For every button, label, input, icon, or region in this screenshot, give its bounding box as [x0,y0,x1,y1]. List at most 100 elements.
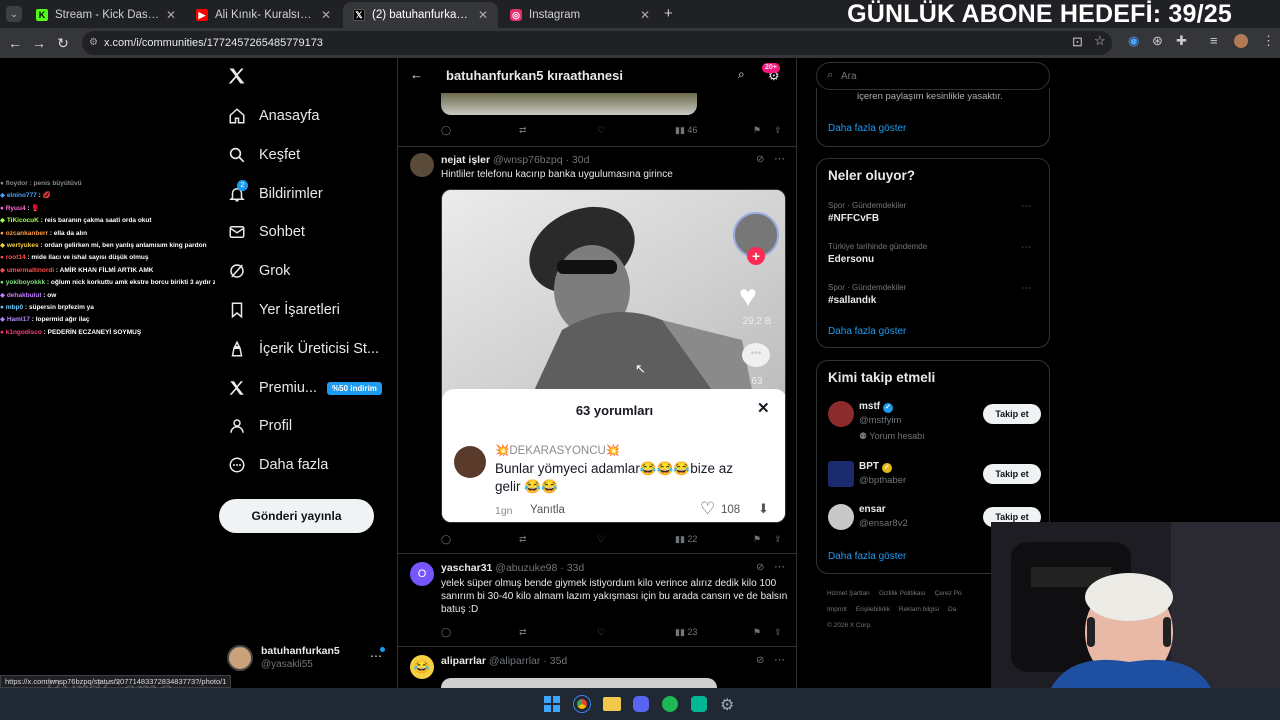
post-author-name[interactable]: nejat işler [441,154,490,166]
menu-kebab-icon[interactable]: ⋮ [1262,33,1275,49]
footer-link[interactable]: Imprint [827,606,847,613]
new-tab-button[interactable]: + [664,5,673,22]
post-author-avatar[interactable]: 😂 [410,655,434,679]
views-icon[interactable]: ▮▮ 23 [675,627,697,638]
bookmark-icon[interactable]: ⚑ [753,627,761,638]
chat-username[interactable]: wertyukes [7,242,39,249]
chat-username[interactable]: floydor [6,180,28,187]
grok-icon[interactable]: ⊘ [756,655,764,666]
user-name[interactable]: mstf ✓ [859,401,893,413]
extension-icon[interactable]: ⊛ [1152,33,1163,49]
post-time[interactable]: 33d [567,562,585,574]
post-media[interactable] [441,678,717,688]
tab-instagram[interactable]: ◎ Instagram ✕ [500,2,660,28]
footer-link[interactable]: Gizlilik Politikası [879,590,926,597]
spotify-icon[interactable] [662,696,678,712]
settings-gear-icon[interactable]: ⚙ [720,695,734,715]
nav-item-4[interactable]: Grok [227,259,290,283]
chat-username[interactable]: Ryuu4 [6,205,26,212]
more-dots-icon[interactable]: ⋯ [1021,283,1031,294]
chat-username[interactable]: mbp0 [6,304,23,311]
media-control-icon[interactable]: ≡ [1210,33,1218,48]
tiktok-like-icon[interactable]: ♥ [739,282,757,312]
x-logo-icon[interactable] [227,66,249,88]
share-icon[interactable]: ⇪ [774,125,782,136]
like-icon[interactable]: ♡ [597,125,605,136]
account-switcher[interactable]: batuhanfurkan5 @yasakli55 ⋯ [227,643,392,679]
dislike-icon[interactable]: ⬇ [758,501,769,517]
chat-username[interactable]: Hami17 [7,316,30,323]
like-icon[interactable]: ♡ [597,627,605,638]
file-explorer-icon[interactable] [603,697,621,711]
chrome-icon[interactable] [574,696,590,712]
repost-icon[interactable]: ⇄ [519,125,527,136]
user-name[interactable]: BPT ✓ [859,461,892,473]
grok-icon[interactable]: ⊘ [756,154,764,165]
profile-avatar[interactable] [1234,34,1248,48]
discord-icon[interactable] [633,696,649,712]
user-avatar[interactable] [828,504,854,530]
footer-link[interactable]: Çerez Po [935,590,962,597]
footer-link[interactable]: Hizmet Şartları [827,590,870,597]
site-info-icon[interactable]: ⚙ [89,31,98,55]
close-icon[interactable]: ✕ [478,8,488,22]
extension-icon[interactable]: ◉ [1128,33,1139,49]
show-more-link[interactable]: Daha fazla göster [828,123,906,134]
close-icon[interactable]: ✕ [166,8,176,22]
share-icon[interactable]: ⇪ [774,627,782,638]
follow-suggestion[interactable]: mstf ✓ @mstfyim ⚉ Yorum hesabı Takip et [817,401,1051,443]
user-name[interactable]: ensar [859,504,886,515]
footer-link[interactable]: Da [948,606,956,613]
more-dots-icon[interactable]: ⋯ [1021,201,1031,212]
nav-item-3[interactable]: Sohbet [227,220,305,244]
nav-item-2[interactable]: 2 Bildirimler [227,180,323,206]
nav-item-8[interactable]: Profil [227,414,292,438]
like-icon[interactable]: ♡ [597,534,605,545]
extensions-puzzle-icon[interactable]: ✚ [1176,33,1187,49]
bookmark-icon[interactable]: ⚑ [753,534,761,545]
nav-item-0[interactable]: Anasayfa [227,104,319,128]
post-author-handle[interactable]: @aliparrlar [489,655,541,667]
commenter-avatar[interactable] [454,446,486,478]
post-author-handle[interactable]: @abuzuke98 [495,562,557,574]
show-more-link[interactable]: Daha fazla göster [828,551,906,562]
search-icon[interactable]: ⌕ [738,67,745,82]
chat-username[interactable]: yokiboyokkk [6,279,45,286]
chat-username[interactable]: TiKicocuK [7,217,39,224]
app-icon[interactable] [691,696,707,712]
commenter-name[interactable]: 💥DEKARASYONCU💥 [495,443,620,457]
repost-icon[interactable]: ⇄ [519,534,527,545]
post-author-avatar[interactable]: O [410,562,434,586]
nav-item-1[interactable]: Keşfet [227,143,300,167]
post-author-handle[interactable]: @wnsp76bzpq [493,154,563,166]
chat-username[interactable]: dehakbulut [7,292,42,299]
reply-link[interactable]: Yanıtla [530,504,565,516]
trend-item[interactable]: Spor · Gündemdekiler #sallandık ⋯ [828,283,1043,317]
install-icon[interactable]: ⊡ [1072,34,1083,50]
post-time[interactable]: 30d [572,154,590,166]
post-author-name[interactable]: yaschar31 [441,562,492,574]
show-more-link[interactable]: Daha fazla göster [828,326,906,337]
tiktok-comment-icon[interactable]: ••• [742,343,770,367]
post-author-avatar[interactable] [410,153,434,177]
close-icon[interactable]: ✕ [640,8,650,22]
more-dots-icon[interactable]: ⋯ [774,653,785,666]
nav-item-7[interactable]: Premiu... %50 indirim [227,376,382,400]
more-dots-icon[interactable]: ⋯ [774,560,785,573]
views-icon[interactable]: ▮▮ 46 [675,125,697,136]
trend-item[interactable]: Spor · Gündemdekiler #NFFCvFB ⋯ [828,201,1043,235]
post-author-name[interactable]: aliparrlar [441,655,486,667]
bookmark-star-icon[interactable]: ☆ [1094,33,1106,49]
footer-link[interactable]: Erişilebilirlik [856,606,890,613]
reply-icon[interactable]: ◯ [441,125,451,136]
grok-icon[interactable]: ⊘ [756,562,764,573]
reply-icon[interactable]: ◯ [441,534,451,545]
follow-button[interactable]: Takip et [983,464,1041,484]
footer-link[interactable]: Reklam bilgisi [899,606,939,613]
chat-username[interactable]: umermaltinordi [7,267,54,274]
bookmark-icon[interactable]: ⚑ [753,125,761,136]
chat-username[interactable]: root14 [6,254,26,261]
url-field[interactable]: ⚙ x.com/i/communities/177245726548577917… [82,31,1112,55]
tab-youtube[interactable]: ▶ Ali Kınık- Kuralsız - YouTube✕ [186,2,341,28]
tab-kick[interactable]: K Stream - Kick Dashboard✕ [26,2,186,28]
